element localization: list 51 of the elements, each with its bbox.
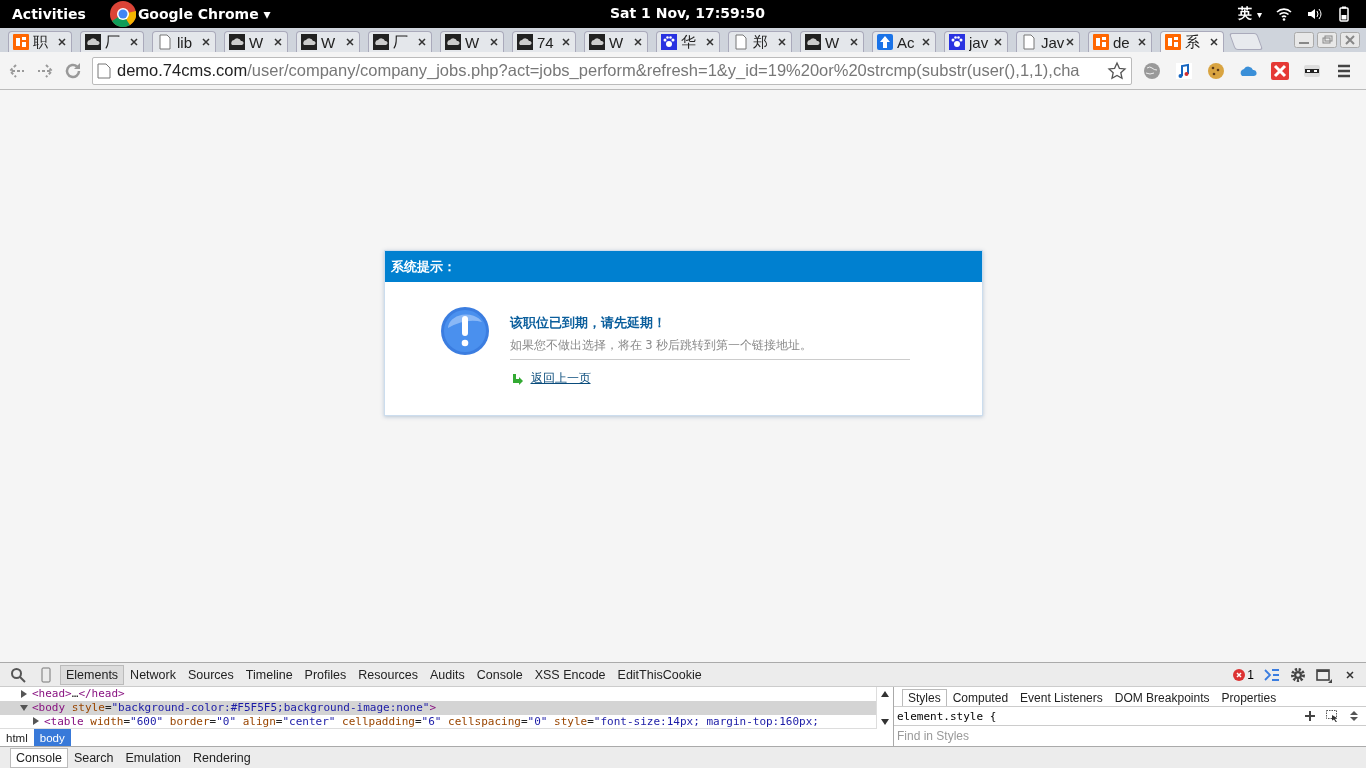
devtools-tab[interactable]: Network: [124, 664, 182, 685]
address-bar[interactable]: demo.74cms.com/user/company/company_jobs.php?act=jobs_perform&refresh=1&y_id=19%20or%20strcmp(substr(user(),1,1),cha: [92, 56, 1132, 85]
devtools-tab[interactable]: Console: [470, 664, 529, 685]
app-menu[interactable]: Google Chrome ▾: [137, 6, 271, 22]
devtools-tab[interactable]: Profiles: [298, 664, 353, 685]
dom-node-line[interactable]: <table width="600" border="0" align="center" cellpadding="6" cellspacing="0" style="font-size:14px; margin-top:160px;: [0, 714, 876, 729]
drawer-tab[interactable]: Search: [67, 748, 120, 768]
error-count[interactable]: 1: [1247, 667, 1254, 682]
browser-tab[interactable]: 厂: [80, 31, 144, 52]
browser-tab[interactable]: W: [224, 31, 288, 52]
clock[interactable]: Sat 1 Nov, 17:59:50: [610, 5, 765, 21]
sidebar-tab[interactable]: DOM Breakpoints: [1108, 689, 1216, 706]
browser-tab[interactable]: de: [1088, 31, 1152, 52]
back-link[interactable]: 返回上一页: [530, 370, 591, 387]
browser-tab[interactable]: 系: [1160, 31, 1224, 52]
browser-tab[interactable]: 厂: [368, 31, 432, 52]
activities-button[interactable]: Activities: [12, 6, 86, 22]
devtools-tab[interactable]: Elements: [60, 664, 125, 685]
drawer-tab[interactable]: Rendering: [187, 748, 257, 768]
sidebar-tab[interactable]: Computed: [946, 689, 1015, 706]
breadcrumb[interactable]: html: [0, 729, 34, 746]
browser-tab[interactable]: Jav: [1016, 31, 1080, 52]
devtools-tab[interactable]: Audits: [424, 664, 471, 685]
browser-tab[interactable]: 职: [8, 31, 72, 52]
dialog-heading: 该职位已到期，请先延期！: [509, 314, 666, 332]
devtools-tab[interactable]: Resources: [352, 664, 425, 685]
browser-tab[interactable]: 74: [512, 31, 576, 52]
dom-node-line[interactable]: <head>…</head>: [0, 687, 876, 701]
devtools-tab[interactable]: Sources: [181, 664, 240, 685]
sidebar-tab[interactable]: Styles: [902, 689, 947, 706]
devtools-tab[interactable]: Timeline: [239, 664, 299, 685]
devtools-tab[interactable]: XSS Encode: [528, 664, 612, 685]
browser-tab[interactable]: W: [584, 31, 648, 52]
browser-tab[interactable]: W: [800, 31, 864, 52]
dialog-title: 系统提示：: [384, 251, 982, 282]
browser-tab[interactable]: lib: [152, 31, 216, 52]
redirect-message: 如果您不做出选择，将在 3 秒后跳转到第一个链接地址。: [509, 338, 910, 360]
drawer-tab[interactable]: Console: [10, 748, 68, 768]
input-method-menu[interactable]: 英 ▾: [1238, 5, 1262, 23]
devtools-tab[interactable]: EditThisCookie: [611, 664, 708, 685]
browser-tab[interactable]: 郑: [728, 31, 792, 52]
browser-tab[interactable]: 华: [656, 31, 720, 52]
browser-tab[interactable]: jav: [944, 31, 1008, 52]
browser-tab[interactable]: Ac: [872, 31, 936, 52]
browser-tab[interactable]: W: [296, 31, 360, 52]
drawer-tab[interactable]: Emulation: [119, 748, 188, 768]
sidebar-tab[interactable]: Event Listeners: [1014, 689, 1109, 706]
browser-tab[interactable]: W: [440, 31, 504, 52]
sidebar-tab[interactable]: Properties: [1215, 689, 1283, 706]
style-rule: element.style {: [897, 709, 997, 723]
breadcrumb[interactable]: body: [33, 729, 71, 746]
